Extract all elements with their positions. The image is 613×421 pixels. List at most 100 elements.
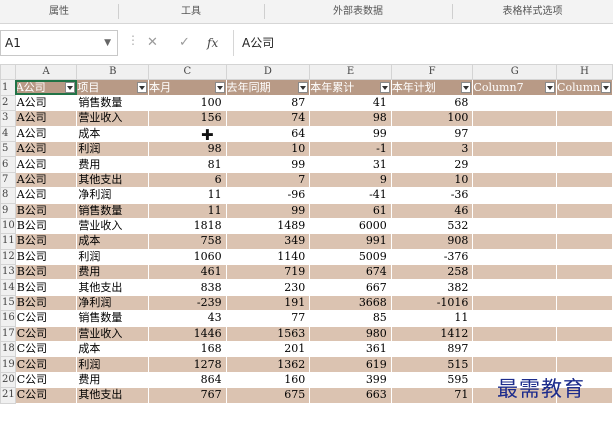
table-cell[interactable]	[556, 202, 613, 219]
table-cell[interactable]: 10	[390, 171, 474, 189]
table-cell[interactable]: 46	[390, 202, 474, 219]
table-cell[interactable]: 864	[148, 371, 227, 389]
table-cell[interactable]: 其他支出	[76, 171, 150, 189]
row-number[interactable]: 11	[0, 233, 16, 250]
table-cell[interactable]: 674	[309, 264, 392, 281]
table-cell[interactable]: -41	[309, 187, 392, 204]
table-cell[interactable]: 77	[225, 310, 311, 327]
table-cell[interactable]: 1060	[148, 248, 227, 266]
table-cell[interactable]	[556, 279, 613, 296]
table-cell[interactable]: A公司	[14, 110, 78, 127]
row-number[interactable]: 5	[0, 140, 16, 158]
filter-dropdown-icon[interactable]	[65, 81, 76, 93]
table-cell[interactable]: 81	[148, 156, 227, 173]
column-header[interactable]: D	[225, 63, 311, 81]
table-cell[interactable]: 156	[148, 110, 227, 127]
table-cell[interactable]: 5009	[309, 248, 392, 266]
table-cell[interactable]: 361	[309, 341, 392, 358]
filter-dropdown-icon[interactable]	[601, 81, 611, 93]
table-header-cell[interactable]: A公司	[14, 79, 78, 96]
table-cell[interactable]: 61	[309, 202, 392, 219]
table-cell[interactable]: 230	[225, 279, 311, 296]
table-cell[interactable]	[472, 233, 558, 250]
row-number[interactable]: 13	[0, 264, 16, 281]
table-cell[interactable]: -239	[148, 294, 227, 312]
table-cell[interactable]: 营业收入	[76, 110, 150, 127]
table-cell[interactable]: 41	[309, 94, 392, 112]
insert-function-icon[interactable]: fx	[207, 33, 218, 53]
table-cell[interactable]: 9	[309, 171, 392, 189]
table-cell[interactable]	[472, 110, 558, 127]
table-cell[interactable]: 31	[309, 156, 392, 173]
row-number[interactable]: 19	[0, 356, 16, 373]
row-number[interactable]: 9	[0, 202, 16, 219]
table-cell[interactable]: A公司	[14, 94, 78, 112]
row-number[interactable]: 8	[0, 187, 16, 204]
table-cell[interactable]: C公司	[14, 341, 78, 358]
cancel-icon[interactable]: ✕	[147, 33, 158, 53]
table-cell[interactable]: C公司	[14, 371, 78, 389]
table-cell[interactable]	[556, 325, 613, 343]
table-cell[interactable]: 897	[390, 341, 474, 358]
table-cell[interactable]: 1446	[148, 325, 227, 343]
table-cell[interactable]: 719	[225, 264, 311, 281]
row-number[interactable]: 3	[0, 110, 16, 127]
table-cell[interactable]: 1362	[225, 356, 311, 373]
table-cell[interactable]: 43	[148, 310, 227, 327]
table-cell[interactable]	[556, 341, 613, 358]
filter-dropdown-icon[interactable]	[298, 81, 309, 93]
table-cell[interactable]: 6000	[309, 217, 392, 235]
table-cell[interactable]	[472, 325, 558, 343]
table-cell[interactable]	[556, 248, 613, 266]
row-number[interactable]: 10	[0, 217, 16, 235]
table-cell[interactable]	[472, 341, 558, 358]
table-cell[interactable]: 成本	[76, 233, 150, 250]
table-cell[interactable]: 201	[225, 341, 311, 358]
row-number[interactable]: 4	[0, 125, 16, 142]
table-cell[interactable]	[556, 187, 613, 204]
row-number[interactable]: 14	[0, 279, 16, 296]
row-number[interactable]: 20	[0, 371, 16, 389]
table-cell[interactable]	[472, 310, 558, 327]
table-cell[interactable]: 87	[225, 94, 311, 112]
table-cell[interactable]: 667	[309, 279, 392, 296]
table-cell[interactable]: 758	[148, 233, 227, 250]
table-cell[interactable]: B公司	[14, 264, 78, 281]
table-cell[interactable]: 10	[225, 140, 311, 158]
table-cell[interactable]: 营业收入	[76, 217, 150, 235]
table-cell[interactable]	[556, 233, 613, 250]
table-cell[interactable]: 1489	[225, 217, 311, 235]
table-cell[interactable]: 7	[225, 171, 311, 189]
table-cell[interactable]: 11	[390, 310, 474, 327]
table-cell[interactable]: 991	[309, 233, 392, 250]
table-cell[interactable]	[472, 248, 558, 266]
table-cell[interactable]: 其他支出	[76, 387, 150, 404]
row-number[interactable]: 12	[0, 248, 16, 266]
table-cell[interactable]: 838	[148, 279, 227, 296]
table-cell[interactable]: 费用	[76, 371, 150, 389]
table-cell[interactable]	[472, 356, 558, 373]
table-cell[interactable]	[472, 140, 558, 158]
table-cell[interactable]	[556, 310, 613, 327]
table-cell[interactable]	[472, 294, 558, 312]
select-all-corner[interactable]	[0, 63, 16, 81]
table-cell[interactable]: 费用	[76, 264, 150, 281]
table-cell[interactable]: 成本	[76, 341, 150, 358]
table-cell[interactable]: 98	[148, 140, 227, 158]
filter-dropdown-icon[interactable]	[137, 81, 148, 93]
table-cell[interactable]: 1818	[148, 217, 227, 235]
table-cell[interactable]: 1278	[148, 356, 227, 373]
table-cell[interactable]	[472, 125, 558, 142]
table-cell[interactable]	[472, 279, 558, 296]
table-cell[interactable]: 663	[309, 387, 392, 404]
table-cell[interactable]: 6	[148, 171, 227, 189]
formula-input[interactable]: A公司	[233, 30, 613, 56]
row-number[interactable]: 17	[0, 325, 16, 343]
table-cell[interactable]: 980	[309, 325, 392, 343]
table-cell[interactable]: C公司	[14, 356, 78, 373]
row-number[interactable]: 16	[0, 310, 16, 327]
table-cell[interactable]: A公司	[14, 187, 78, 204]
table-cell[interactable]	[556, 217, 613, 235]
table-cell[interactable]: C公司	[14, 325, 78, 343]
table-cell[interactable]: 99	[309, 125, 392, 142]
